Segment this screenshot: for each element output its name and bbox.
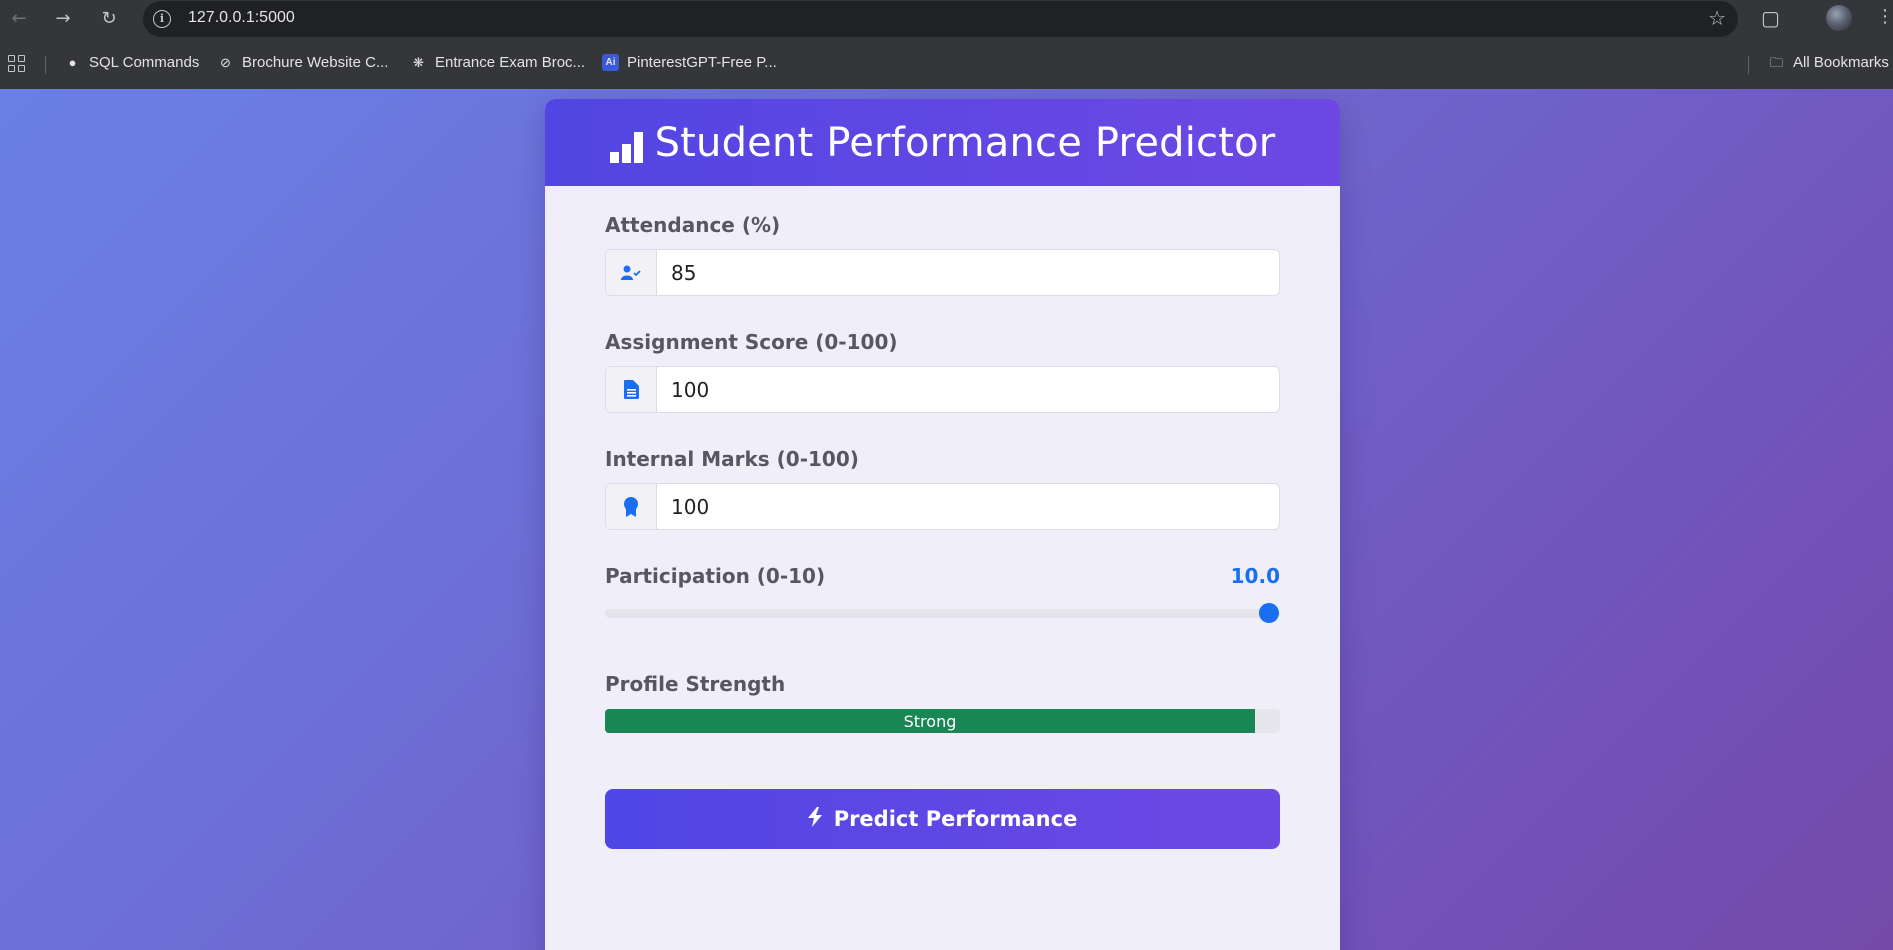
page-title: Student Performance Predictor [654,119,1276,166]
menu-kebab-icon[interactable]: ⋮ [1876,6,1893,27]
bar-chart-icon [609,129,643,163]
user-check-icon [606,250,657,295]
address-url[interactable]: 127.0.0.1:5000 [188,9,295,27]
bookmark-separator [45,56,46,74]
browser-toolbar: ← → ↻ i 127.0.0.1:5000 ☆ ▢ ⋮ [0,0,1893,37]
predictor-card: Student Performance Predictor Attendance… [545,99,1340,950]
profile-strength-fill: Strong [605,709,1256,733]
assignment-input-group [605,366,1280,413]
bookmarks-bar: ● SQL Commands ⊘ Brochure Website C... ❋… [0,50,1893,78]
internal-marks-input-group [605,483,1280,530]
profile-avatar[interactable] [1826,5,1852,31]
internal-marks-input[interactable] [657,484,1279,529]
assignment-score-input[interactable] [657,367,1279,412]
bookmark-label: Entrance Exam Broc... [435,54,586,71]
bookmark-pinterestgpt[interactable]: Ai PinterestGPT-Free P... [602,54,777,71]
globe-icon: ● [68,55,77,70]
bookmark-star-icon[interactable]: ☆ [1708,6,1726,30]
assignment-label: Assignment Score (0-100) [605,330,898,354]
folder-icon: 🗀 [1769,55,1783,70]
attendance-input[interactable] [657,250,1279,295]
bookmark-separator [1748,56,1749,74]
profile-strength-label: Profile Strength [605,672,786,696]
file-icon [606,367,657,412]
link-off-icon: ⊘ [220,55,231,70]
openai-icon: ❋ [413,55,424,70]
apps-grid-icon[interactable] [8,55,25,72]
bookmark-label: PinterestGPT-Free P... [627,54,777,71]
participation-value: 10.0 [1230,564,1280,588]
attendance-label: Attendance (%) [605,213,781,237]
extensions-icon[interactable]: ▢ [1761,6,1780,30]
bookmark-sql-commands[interactable]: ● SQL Commands [64,54,200,71]
slider-thumb[interactable] [1259,603,1279,623]
back-icon[interactable]: ← [7,7,31,31]
all-bookmarks[interactable]: 🗀 All Bookmarks [1768,54,1889,71]
attendance-input-group [605,249,1280,296]
award-icon [606,484,657,529]
bolt-icon [807,806,822,832]
site-info-icon[interactable]: i [153,10,171,28]
address-bar[interactable]: i 127.0.0.1:5000 ☆ [143,1,1738,37]
card-header: Student Performance Predictor [545,99,1340,186]
all-bookmarks-label: All Bookmarks [1793,54,1889,71]
page-background: Student Performance Predictor Attendance… [0,89,1893,950]
reload-icon[interactable]: ↻ [97,7,121,31]
predict-performance-button[interactable]: Predict Performance [605,789,1280,849]
predict-button-label: Predict Performance [833,807,1078,831]
bookmark-label: SQL Commands [89,54,200,71]
browser-chrome: ← → ↻ i 127.0.0.1:5000 ☆ ▢ ⋮ ● SQL Comma… [0,0,1893,89]
profile-strength-bar: Strong [605,709,1280,733]
profile-strength-status: Strong [903,711,957,731]
forward-icon[interactable]: → [51,7,75,31]
participation-label: Participation (0-10) [605,564,826,588]
bookmark-brochure-website[interactable]: ⊘ Brochure Website C... [217,54,388,71]
ai-icon: Ai [602,54,619,71]
internal-marks-label: Internal Marks (0-100) [605,447,859,471]
participation-slider[interactable] [605,603,1280,623]
bookmark-label: Brochure Website C... [242,54,389,71]
bookmark-entrance-exam[interactable]: ❋ Entrance Exam Broc... [410,54,585,71]
